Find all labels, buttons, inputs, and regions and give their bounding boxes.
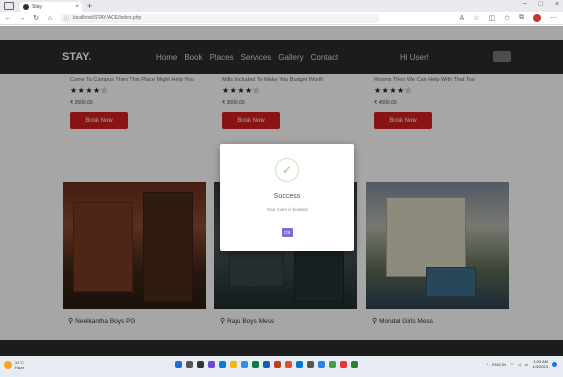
search-icon[interactable] (186, 361, 193, 368)
taskbar-clock[interactable]: 1:03 AM 1/4/2023 (532, 359, 548, 369)
powerpoint-icon[interactable] (274, 361, 281, 368)
clock-date: 1/4/2023 (532, 364, 548, 369)
back-icon[interactable]: ← (4, 15, 12, 22)
browser-tab[interactable]: Stay × (20, 2, 82, 12)
weather-sun-icon (4, 361, 12, 369)
profile-avatar[interactable] (533, 14, 541, 22)
success-modal: ✓ Success Your room is booked OK (220, 144, 354, 251)
language-indicator[interactable]: ENG IN (492, 362, 506, 367)
chrome-icon[interactable] (285, 361, 292, 368)
minimize-button[interactable]: − (523, 1, 527, 8)
collections-icon[interactable]: ⧉ (519, 14, 524, 22)
app-icon[interactable] (340, 361, 347, 368)
refresh-icon[interactable]: ↻ (32, 14, 40, 22)
success-check-icon: ✓ (275, 158, 299, 182)
window-controls: − □ × (523, 1, 559, 8)
notification-icon[interactable] (552, 361, 557, 367)
maximize-button[interactable]: □ (539, 1, 543, 8)
browser-toolbar-icons: A ☆ ◫ ✩ ⧉ ⋯ (460, 14, 557, 22)
modal-message: Your room is booked (266, 207, 308, 212)
favorite-star-icon[interactable]: ☆ (473, 14, 479, 22)
word-icon[interactable] (263, 361, 270, 368)
more-menu-icon[interactable]: ⋯ (550, 14, 557, 22)
app-icon[interactable] (351, 361, 358, 368)
tab-title: Stay (32, 4, 43, 10)
favorites-icon[interactable]: ✩ (504, 14, 510, 22)
excel-icon[interactable] (252, 361, 259, 368)
address-bar-row: ← → ↻ ⌂ ⓘ localhost/STAY/ACE/index.php A… (0, 12, 563, 25)
weather-widget[interactable]: 31°C Haze (4, 360, 24, 370)
window-menu-icon[interactable] (4, 2, 14, 10)
store-icon[interactable] (241, 361, 248, 368)
ok-button[interactable]: OK (282, 228, 293, 237)
edge-icon[interactable] (219, 361, 226, 368)
browser-tab-strip: Stay × + − □ × (0, 0, 563, 12)
windows-taskbar: 31°C Haze ^ ENG IN ◠ ◁ ▭ 1:03 AM 1/4/202… (0, 356, 563, 377)
tab-favicon-icon (23, 4, 29, 10)
start-icon[interactable] (175, 361, 182, 368)
mail-icon[interactable] (318, 361, 325, 368)
vscode-icon[interactable] (296, 361, 303, 368)
weather-desc: Haze (15, 365, 25, 370)
chat-icon[interactable] (208, 361, 215, 368)
url-text: localhost/STAY/ACE/index.php (73, 15, 142, 21)
url-field[interactable]: ⓘ localhost/STAY/ACE/index.php (60, 13, 380, 23)
whatsapp-icon[interactable] (329, 361, 336, 368)
modal-title: Success (273, 193, 301, 200)
volume-icon[interactable]: ◁ (518, 362, 521, 367)
close-window-button[interactable]: × (555, 1, 559, 8)
system-tray: ^ ENG IN ◠ ◁ ▭ 1:03 AM 1/4/2023 (486, 359, 557, 369)
forward-icon[interactable]: → (18, 15, 26, 22)
new-tab-button[interactable]: + (87, 1, 92, 11)
page-viewport: STAY. Home Book Places Services Gallery … (0, 26, 563, 356)
battery-icon[interactable]: ▭ (525, 362, 529, 367)
read-aloud-icon[interactable]: A (460, 15, 465, 22)
file-explorer-icon[interactable] (230, 361, 237, 368)
task-view-icon[interactable] (197, 361, 204, 368)
home-icon[interactable]: ⌂ (46, 15, 54, 22)
settings-icon[interactable] (307, 361, 314, 368)
tab-close-icon[interactable]: × (75, 4, 79, 10)
split-screen-icon[interactable]: ◫ (489, 14, 496, 22)
wifi-icon[interactable]: ◠ (510, 362, 514, 367)
tray-chevron-icon[interactable]: ^ (486, 362, 488, 367)
taskbar-app-icons (175, 361, 358, 368)
info-icon: ⓘ (64, 15, 70, 22)
